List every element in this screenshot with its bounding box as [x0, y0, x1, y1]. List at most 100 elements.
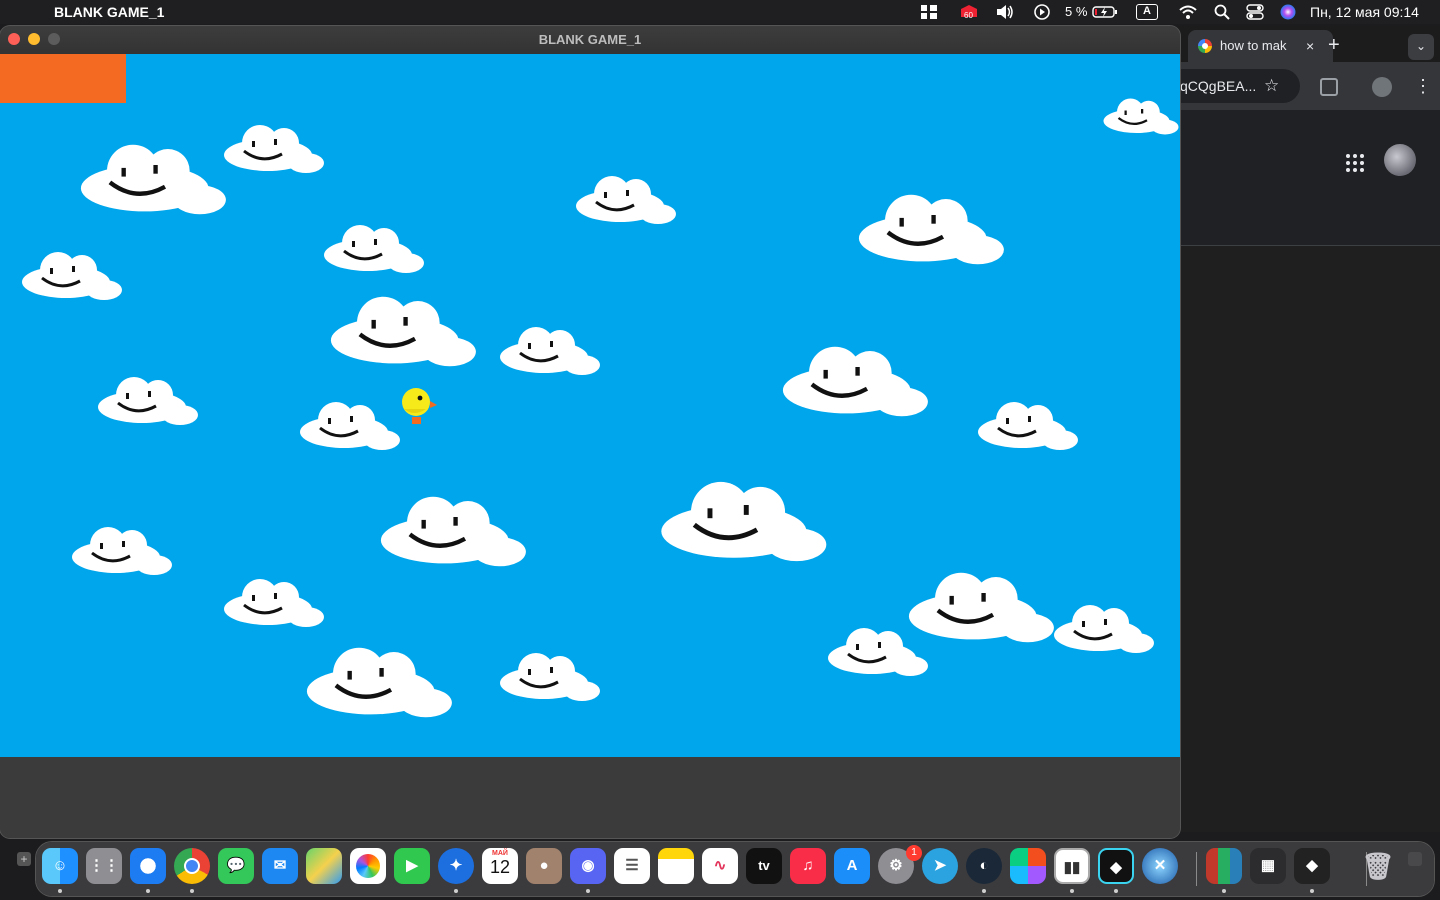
game-window: BLANK GAME_1 — [0, 26, 1180, 838]
now-playing-icon[interactable] — [1033, 3, 1051, 21]
input-source-icon[interactable]: A — [1136, 4, 1158, 20]
photos-icon[interactable] — [350, 848, 386, 884]
finder-icon[interactable]: ☺ — [42, 848, 78, 884]
godot-editor-icon[interactable]: ◆ — [1294, 848, 1330, 884]
menu-bar: BLANK GAME_1 60 5 % A Пн, 12 мая 09:14 — [0, 0, 1440, 24]
browser-menu-icon[interactable]: ⋮ — [1414, 72, 1432, 100]
chrome-icon[interactable] — [174, 848, 210, 884]
desktop-add-icon[interactable]: + — [17, 852, 31, 866]
twitch-icon[interactable]: ▮▮ — [1054, 848, 1090, 884]
spotlight-search-icon[interactable] — [1214, 3, 1230, 21]
new-tab-button[interactable]: + — [1328, 30, 1340, 60]
calendar-icon[interactable]: МАЙ 12 — [482, 848, 518, 884]
menu-clock[interactable]: Пн, 12 мая 09:14 — [1310, 0, 1419, 24]
chick-player-sprite — [402, 388, 437, 424]
running-indicator — [1070, 889, 1074, 893]
smiling-cloud — [224, 579, 324, 627]
address-bar[interactable]: qCQgBEA... ☆ — [1172, 69, 1300, 103]
google-favicon-icon — [1198, 39, 1212, 53]
reminders-icon[interactable]: ☰ — [614, 848, 650, 884]
settings-notification-badge: 1 — [906, 845, 922, 861]
running-indicator — [1310, 889, 1314, 893]
smiling-cloud — [500, 653, 600, 701]
smiling-cloud — [661, 481, 827, 562]
smiling-cloud — [306, 647, 452, 718]
dock-separator — [1196, 852, 1197, 886]
running-indicator — [982, 889, 986, 893]
vpn-icon[interactable]: ✦ — [438, 848, 474, 884]
extensions-puzzle-icon[interactable] — [1320, 78, 1338, 96]
notes-icon[interactable] — [658, 848, 694, 884]
winrar-icon[interactable] — [1206, 848, 1242, 884]
apple-menu-icon[interactable] — [19, 0, 37, 24]
active-app-name[interactable]: BLANK GAME_1 — [54, 0, 164, 24]
address-bar-text: qCQgBEA... — [1180, 78, 1257, 94]
smiling-cloud — [1103, 98, 1179, 135]
tab-strip: how to mak × + ⌄ — [1178, 26, 1440, 62]
window-title: BLANK GAME_1 — [538, 32, 642, 47]
running-indicator — [586, 889, 590, 893]
browser-toolbar: qCQgBEA... ☆ ⋮ — [1172, 62, 1440, 110]
steam-icon[interactable]: ◐ — [966, 848, 1002, 884]
apple-tv-icon[interactable]: tv — [746, 848, 782, 884]
browser-tab[interactable]: how to mak × — [1188, 30, 1333, 62]
music-icon[interactable]: ♫ — [790, 848, 826, 884]
smiling-cloud — [330, 296, 476, 367]
volume-icon[interactable] — [995, 3, 1015, 21]
facetime-icon[interactable]: ▶ — [394, 848, 430, 884]
mail-icon[interactable]: ✉ — [262, 848, 298, 884]
tab-search-button[interactable]: ⌄ — [1408, 34, 1434, 60]
stage-manager-icon[interactable] — [920, 3, 938, 21]
hyperlink-icon[interactable]: ✕ — [1142, 848, 1178, 884]
google-page-body — [1178, 246, 1440, 832]
calendar-month: МАЙ — [492, 850, 508, 857]
figma-icon[interactable] — [1010, 848, 1046, 884]
window-titlebar[interactable]: BLANK GAME_1 — [0, 26, 1180, 54]
battery-charging-icon[interactable] — [1092, 3, 1118, 21]
close-tab-icon[interactable]: × — [1306, 30, 1314, 62]
smiling-cloud — [828, 628, 928, 676]
calculator-icon[interactable]: ▦ — [1250, 848, 1286, 884]
notification-badge-icon[interactable]: 60 — [958, 3, 980, 21]
smiling-cloud — [782, 346, 928, 417]
running-indicator — [190, 889, 194, 893]
running-indicator — [454, 889, 458, 893]
godot-icon[interactable]: ◆ — [1098, 848, 1134, 884]
battery-percent[interactable]: 5 % — [1065, 0, 1087, 24]
trash-icon[interactable]: 🗑 — [1360, 848, 1396, 884]
discord-icon[interactable]: ◉ — [570, 848, 606, 884]
dock: ☺ ⋮⋮ 💬 ✉ ▶ ✦ МАЙ 12 ● ◉ ☰ ∿ tv ♫ A ⚙ 1 ➤… — [36, 842, 1434, 896]
tab-title: how to mak — [1220, 38, 1287, 53]
safari-icon[interactable] — [130, 848, 166, 884]
wifi-icon[interactable] — [1178, 3, 1198, 21]
smiling-cloud — [98, 377, 198, 425]
running-indicator — [1222, 889, 1226, 893]
siri-icon[interactable] — [1279, 3, 1297, 21]
google-page-header — [1178, 110, 1440, 246]
bookmark-star-icon[interactable]: ☆ — [1264, 69, 1279, 103]
running-indicator — [146, 889, 150, 893]
running-indicator — [1114, 889, 1118, 893]
profile-avatar-small[interactable] — [1372, 77, 1392, 97]
smiling-cloud — [380, 496, 526, 567]
google-account-avatar[interactable] — [1384, 144, 1416, 176]
app-store-icon[interactable]: A — [834, 848, 870, 884]
maps-icon[interactable] — [306, 848, 342, 884]
messages-icon[interactable]: 💬 — [218, 848, 254, 884]
smiling-cloud — [80, 144, 226, 215]
telegram-icon[interactable]: ➤ — [922, 848, 958, 884]
launchpad-icon[interactable]: ⋮⋮ — [86, 848, 122, 884]
control-center-icon[interactable] — [1246, 3, 1264, 21]
running-indicator — [58, 889, 62, 893]
game-canvas[interactable] — [0, 54, 1180, 757]
smiling-cloud — [300, 402, 400, 450]
notification-count: 60 — [964, 11, 973, 20]
smiling-cloud — [22, 252, 122, 300]
orange-block — [0, 54, 126, 103]
smiling-cloud — [324, 225, 424, 273]
contacts-icon[interactable]: ● — [526, 848, 562, 884]
smiling-cloud — [72, 527, 172, 575]
google-apps-grid-icon[interactable] — [1346, 154, 1364, 172]
chrome-browser-window: how to mak × + ⌄ qCQgBEA... ☆ ⋮ — [1172, 26, 1440, 832]
freeform-icon[interactable]: ∿ — [702, 848, 738, 884]
